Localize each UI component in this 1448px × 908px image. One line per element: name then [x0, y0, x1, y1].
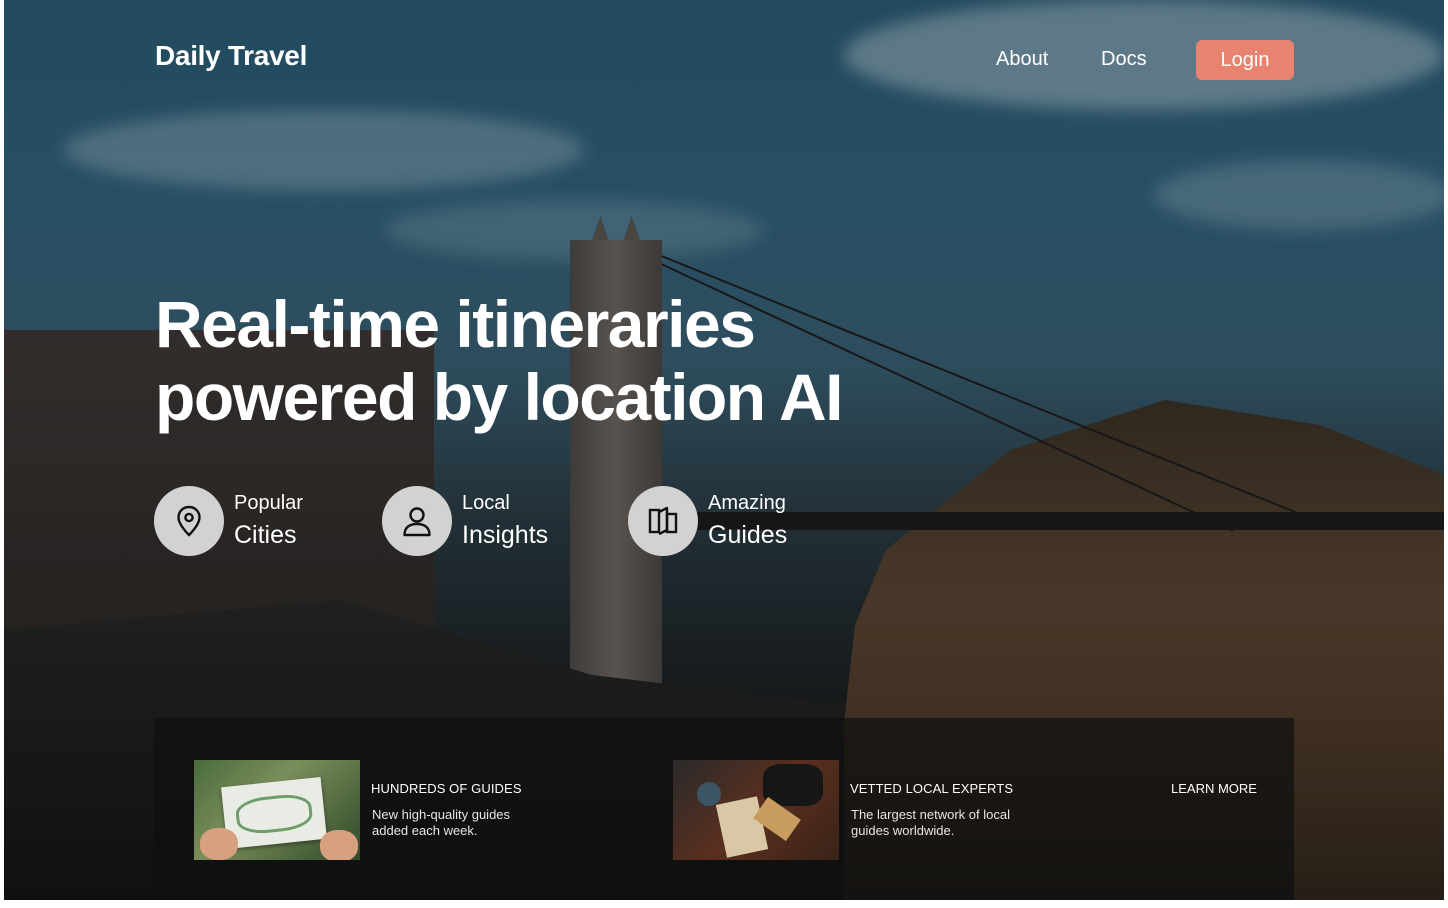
feature-icon-circle — [628, 486, 698, 556]
nav-about-link[interactable]: About — [996, 48, 1048, 71]
hero-title-line-2: powered by location AI — [155, 360, 843, 434]
feature-label-big: Cities — [234, 521, 297, 549]
hero-title-line-1: Real-time itineraries — [155, 287, 756, 361]
camera-shape — [697, 782, 721, 806]
feature-label-small: Popular — [234, 492, 303, 514]
experts-thumbnail — [673, 760, 839, 860]
hand-shape — [320, 830, 358, 860]
user-icon — [403, 507, 431, 537]
site-logo[interactable]: Daily Travel — [155, 40, 307, 72]
guides-thumbnail — [194, 760, 360, 860]
feature-text: Local Insights — [462, 490, 548, 552]
nav-docs-link[interactable]: Docs — [1101, 48, 1147, 71]
card-description: New high-quality guides added each week. — [372, 807, 511, 838]
feature-text: Popular Cities — [234, 490, 303, 552]
book-icon — [648, 506, 678, 536]
hand-shape — [200, 828, 238, 860]
hero-title: Real-time itineraries powered by locatio… — [155, 288, 915, 434]
map-pin-icon — [177, 505, 201, 537]
feature-text: Amazing Guides — [708, 490, 787, 552]
card-title: VETTED LOCAL EXPERTS — [850, 781, 1014, 796]
feature-icon-circle — [154, 486, 224, 556]
login-button[interactable]: Login — [1196, 40, 1294, 80]
card-description: The largest network of local guides worl… — [851, 807, 1010, 838]
feature-label-big: Guides — [708, 521, 788, 549]
feature-label-small: Amazing — [708, 492, 786, 514]
feature-label-big: Insights — [462, 521, 549, 549]
hero-background: Daily Travel About Docs Login Real-time … — [4, 0, 1444, 900]
feature-label-small: Local — [462, 492, 510, 514]
notebook-shape — [715, 796, 769, 858]
feature-icon-circle — [382, 486, 452, 556]
learn-more-link[interactable]: LEARN MORE — [1171, 781, 1257, 796]
highlights-panel: HUNDREDS OF GUIDES New high-quality guid… — [154, 718, 1294, 900]
card-title: HUNDREDS OF GUIDES — [371, 781, 522, 796]
